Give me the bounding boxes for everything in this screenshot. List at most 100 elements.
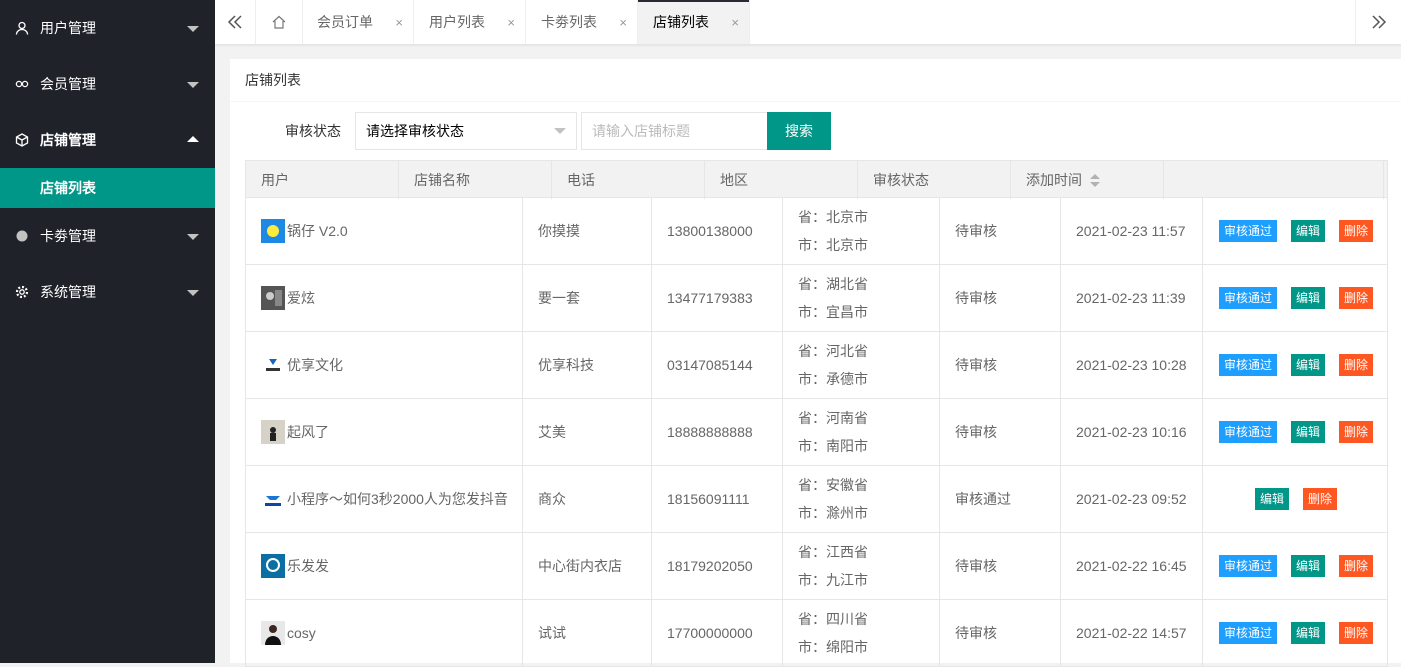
delete-button[interactable]: 删除	[1339, 421, 1374, 443]
table-row: 起风了 艾美 18888888888 省：河南省 市：南阳市 待审核 2021-02-23 …	[245, 399, 1388, 466]
cell-actions: 审核通过 编辑 删除	[1203, 600, 1389, 666]
tab-coupon-list[interactable]: 卡劵列表 ×	[526, 0, 638, 44]
close-icon[interactable]: ×	[507, 15, 515, 30]
cell-user: 起风了	[246, 399, 523, 465]
sidebar-item-system-management[interactable]: 系统管理	[0, 264, 215, 320]
column-header-added-time[interactable]: 添加时间	[1011, 161, 1164, 199]
delete-button[interactable]: 删除	[1339, 287, 1374, 309]
close-icon[interactable]: ×	[395, 15, 403, 30]
cell-status: 待审核	[940, 399, 1061, 465]
approve-button[interactable]: 审核通过	[1218, 421, 1277, 443]
tab-bar: 会员订单 × 用户列表 × 卡劵列表 × 店铺列表 ×	[215, 0, 1401, 45]
approve-button[interactable]: 审核通过	[1218, 622, 1277, 644]
home-tab-button[interactable]	[255, 0, 303, 44]
cell-added-time: 2021-02-23 10:28	[1061, 332, 1203, 398]
sidebar-item-label: 会员管理	[40, 76, 96, 92]
table-body: 锅仔 V2.0 你摸摸 13800138000 省：北京市 市：北京市 待审核 2021-0…	[245, 198, 1388, 667]
cell-status: 待审核	[940, 198, 1061, 264]
delete-button[interactable]: 删除	[1339, 622, 1374, 644]
cell-region: 省：北京市 市：北京市	[783, 198, 940, 264]
cell-user: 爱炫	[246, 265, 523, 331]
region-province: 省：湖北省	[798, 276, 868, 292]
region-city: 市：滁州市	[798, 505, 868, 521]
filter-bar: 审核状态 请选择审核状态 搜索	[230, 112, 1401, 150]
delete-button[interactable]: 删除	[1339, 354, 1374, 376]
cell-shop-name: 优享科技	[523, 332, 652, 398]
cell-user: 小程序～如何3秒2000人为您发抖音	[246, 466, 523, 532]
shop-table: 用户 店铺名称 电话 地区 审核状态 添加时间 锅仔 V2.0 你摸摸 138001…	[245, 160, 1388, 667]
user-avatar	[261, 621, 285, 645]
sidebar-item-shop-management[interactable]: 店铺管理	[0, 112, 215, 168]
edit-button[interactable]: 编辑	[1290, 287, 1325, 309]
close-icon[interactable]: ×	[619, 15, 627, 30]
tab-shop-list[interactable]: 店铺列表 ×	[638, 0, 750, 44]
cell-actions: 审核通过 编辑 删除	[1203, 332, 1389, 398]
sidebar-item-user-management[interactable]: 用户管理	[0, 0, 215, 56]
table-row: 乐发发 中心街内衣店 18179202050 省：江西省 市：九江市 待审核 2021-02…	[245, 533, 1388, 600]
column-header-status: 审核状态	[858, 161, 1011, 199]
tab-label: 卡劵列表	[541, 14, 597, 30]
user-avatar	[261, 487, 285, 511]
cell-shop-name: 艾美	[523, 399, 652, 465]
region-city: 市：宜昌市	[798, 304, 868, 320]
cell-shop-name: 试试	[523, 600, 652, 666]
column-header-shop-name: 店铺名称	[399, 161, 552, 199]
double-chevron-left-icon	[227, 15, 242, 29]
table-row: 优享文化 优享科技 03147085144 省：河北省 市：承德市 待审核 2021-02-…	[245, 332, 1388, 399]
column-header-label: 添加时间	[1026, 172, 1082, 188]
cell-region: 省：湖北省市：宜昌市	[783, 265, 940, 331]
approve-button[interactable]: 审核通过	[1218, 555, 1277, 577]
delete-button[interactable]: 删除	[1303, 488, 1338, 510]
sidebar-item-label: 卡劵管理	[40, 228, 96, 244]
edit-button[interactable]: 编辑	[1254, 488, 1289, 510]
cell-shop-name: 中心街内衣店	[523, 533, 652, 599]
approve-button[interactable]: 审核通过	[1218, 220, 1277, 242]
delete-button[interactable]: 删除	[1339, 220, 1374, 242]
cell-status: 待审核	[940, 600, 1061, 666]
cell-actions: 审核通过 编辑 删除	[1203, 265, 1389, 331]
sidebar-item-shop-list[interactable]: 店铺列表	[0, 168, 215, 208]
cell-added-time: 2021-02-23 10:16	[1061, 399, 1203, 465]
user-icon	[14, 20, 30, 36]
edit-button[interactable]: 编辑	[1290, 622, 1325, 644]
cell-phone: 03147085144	[652, 332, 783, 398]
chevron-down-icon	[187, 82, 199, 88]
region-province: 省：江西省	[798, 544, 868, 560]
status-select[interactable]: 请选择审核状态	[355, 112, 577, 150]
cell-phone: 17700000000	[652, 600, 783, 666]
edit-button[interactable]: 编辑	[1290, 354, 1325, 376]
cell-region: 省：江西省 市：九江市	[783, 533, 940, 599]
tab-scroll-left-button[interactable]	[215, 0, 256, 44]
approve-button[interactable]: 审核通过	[1218, 287, 1277, 309]
edit-button[interactable]: 编辑	[1290, 421, 1325, 443]
sort-icon[interactable]	[1090, 174, 1100, 188]
edit-button[interactable]: 编辑	[1290, 555, 1325, 577]
link-icon	[14, 76, 30, 92]
table-row: 爱炫 要一套 13477179383 省：湖北省 市：宜昌市 待审核 2021-02-23 …	[245, 265, 1388, 332]
region-province: 省：河北省	[798, 343, 868, 359]
user-name: cosy	[287, 625, 316, 641]
tab-scroll-right-button[interactable]	[1355, 0, 1401, 44]
region-city: 市：南阳市	[798, 438, 868, 454]
cell-user: 优享文化	[246, 332, 523, 398]
search-button[interactable]: 搜索	[767, 112, 831, 150]
sidebar-item-coupon-management[interactable]: 卡劵管理	[0, 208, 215, 264]
delete-button[interactable]: 删除	[1339, 555, 1374, 577]
tab-user-list[interactable]: 用户列表 ×	[414, 0, 526, 44]
table-row: cosy 试试 17700000000 省：四川省 市：绵阳市 待审核 2021-02-22…	[245, 600, 1388, 667]
cube-icon	[14, 132, 30, 148]
user-avatar	[261, 286, 285, 310]
edit-button[interactable]: 编辑	[1290, 220, 1325, 242]
approve-button[interactable]: 审核通过	[1218, 354, 1277, 376]
cell-added-time: 2021-02-23 09:52	[1061, 466, 1203, 532]
sidebar-item-member-management[interactable]: 会员管理	[0, 56, 215, 112]
table-header: 用户 店铺名称 电话 地区 审核状态 添加时间	[245, 160, 1388, 199]
tab-member-orders[interactable]: 会员订单 ×	[302, 0, 414, 44]
region-city: 市：承德市	[798, 371, 868, 387]
sidebar-item-label: 用户管理	[40, 20, 96, 36]
shop-title-input[interactable]	[581, 112, 783, 150]
cell-phone: 13477179383	[652, 265, 783, 331]
cell-region: 省：四川省 市：绵阳市	[783, 600, 940, 666]
sidebar: 用户管理 会员管理 店铺管理 店铺列表 卡劵管理 系统管理	[0, 0, 215, 663]
close-icon[interactable]: ×	[731, 15, 739, 30]
